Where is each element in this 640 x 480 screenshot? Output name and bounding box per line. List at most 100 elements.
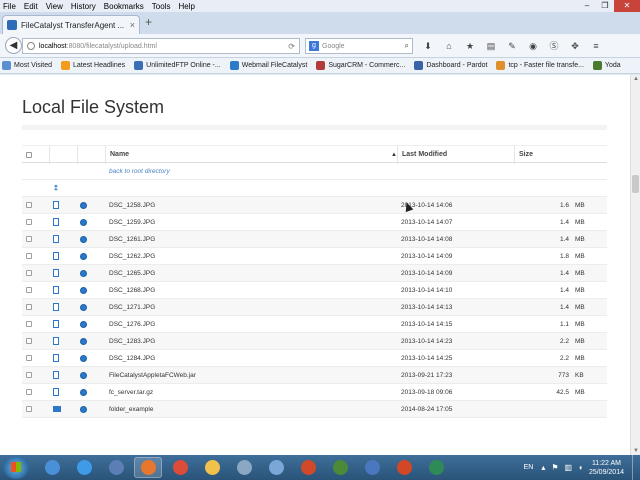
file-options-gear-icon[interactable] [80, 372, 87, 379]
back-button[interactable]: ◀ [5, 37, 22, 54]
file-row[interactable]: DSC_1262.JPG 2013-10-14 14:09 1.8 MB [22, 248, 607, 265]
bookmark-item[interactable]: tcp - Faster file transfe... [496, 61, 584, 70]
file-row[interactable]: DSC_1258.JPG 2013-10-14 14:06 1.6 MB [22, 197, 607, 214]
firefox-taskbar-button[interactable] [134, 457, 162, 478]
file-row[interactable]: DSC_1276.JPG 2013-10-14 14:15 1.1 MB [22, 316, 607, 333]
menu-help[interactable]: Help [178, 2, 194, 11]
close-window-button[interactable]: ✕ [614, 0, 640, 12]
file-options-gear-icon[interactable] [80, 355, 87, 362]
tab-close-icon[interactable]: × [130, 20, 135, 30]
settings-gear-taskbar-button[interactable] [358, 457, 386, 478]
row-checkbox[interactable] [26, 270, 32, 276]
show-desktop-button[interactable] [632, 455, 638, 480]
header-size[interactable]: Size [514, 146, 607, 164]
menu-bookmarks[interactable]: Bookmarks [104, 2, 144, 11]
download-icon[interactable]: ⬇ [420, 39, 436, 53]
minimize-button[interactable]: – [578, 0, 596, 12]
virtualbox-taskbar-button[interactable] [262, 457, 290, 478]
pen-tool-icon[interactable]: ✎ [504, 39, 520, 53]
bookmark-item[interactable]: Most Visited [2, 61, 52, 70]
scroll-thumb[interactable] [632, 175, 639, 193]
file-options-gear-icon[interactable] [80, 270, 87, 277]
scroll-up-icon[interactable]: ▲ [633, 76, 639, 82]
file-row[interactable]: DSC_1284.JPG 2013-10-14 14:25 2.2 MB [22, 350, 607, 367]
select-all-checkbox[interactable] [26, 152, 32, 158]
file-name[interactable]: DSC_1283.JPG [109, 333, 155, 350]
skype-icon[interactable]: Ⓢ [546, 39, 562, 53]
bookmark-item[interactable]: Dashboard - Pardot [414, 61, 487, 70]
thunderbird-taskbar-button[interactable] [102, 457, 130, 478]
row-checkbox[interactable] [26, 338, 32, 344]
new-tab-button[interactable]: + [145, 15, 152, 29]
file-name[interactable]: DSC_1259.JPG [109, 214, 155, 231]
network-icon[interactable]: ▥ [565, 463, 573, 472]
file-options-gear-icon[interactable] [80, 338, 87, 345]
network-app-taskbar-button[interactable] [38, 457, 66, 478]
file-options-gear-icon[interactable] [80, 406, 87, 413]
file-name[interactable]: DSC_1261.JPG [109, 231, 155, 248]
file-row[interactable]: DSC_1265.JPG 2013-10-14 14:09 1.4 MB [22, 265, 607, 282]
internet-explorer-taskbar-button[interactable] [70, 457, 98, 478]
powerpoint-taskbar-button[interactable] [390, 457, 418, 478]
clock[interactable]: 11:22 AM 25/09/2014 [589, 459, 624, 477]
bookmark-item[interactable]: Webmail FileCatalyst [229, 61, 307, 70]
bookmark-item[interactable]: SugarCRM - Commerc... [316, 61, 405, 70]
menu-icon[interactable]: ≡ [588, 39, 604, 53]
tab-filecatalyst[interactable]: FileCatalyst TransferAgent ... × [2, 15, 140, 34]
file-row[interactable]: DSC_1271.JPG 2013-10-14 14:13 1.4 MB [22, 299, 607, 316]
menu-edit[interactable]: Edit [24, 2, 38, 11]
file-options-gear-icon[interactable] [80, 219, 87, 226]
header-name[interactable]: Name [105, 146, 397, 164]
file-name[interactable]: folder_example [109, 401, 153, 418]
file-row[interactable]: DSC_1259.JPG 2013-10-14 14:07 1.4 MB [22, 214, 607, 231]
file-name[interactable]: DSC_1262.JPG [109, 248, 155, 265]
header-last-modified[interactable]: Last Modified [397, 146, 514, 164]
file-options-gear-icon[interactable] [80, 304, 87, 311]
file-name[interactable]: DSC_1265.JPG [109, 265, 155, 282]
extension-icon[interactable]: ✥ [567, 39, 583, 53]
row-checkbox[interactable] [26, 253, 32, 259]
file-name[interactable]: DSC_1276.JPG [109, 316, 155, 333]
bookmark-item[interactable]: Yoda [592, 61, 621, 70]
url-bar[interactable]: localhost:8080/filecatalyst/upload.html … [22, 38, 300, 54]
page-scrollbar[interactable]: ▲ ▼ [630, 75, 640, 455]
start-button[interactable] [3, 456, 29, 479]
file-row[interactable]: folder_example 2014-08-24 17:05 [22, 401, 607, 418]
file-row[interactable]: DSC_1268.JPG 2013-10-14 14:10 1.4 MB [22, 282, 607, 299]
row-checkbox[interactable] [26, 389, 32, 395]
row-checkbox[interactable] [26, 219, 32, 225]
spreadsheet-taskbar-button[interactable] [422, 457, 450, 478]
home-icon[interactable]: ⌂ [441, 39, 457, 53]
file-row[interactable]: fc_server.tar.gz 2013-09-18 09:06 42.5 MB [22, 384, 607, 401]
row-checkbox[interactable] [26, 287, 32, 293]
file-options-gear-icon[interactable] [80, 236, 87, 243]
tray-arrow-icon[interactable]: ▴ [541, 463, 545, 472]
bookmarks-list-icon[interactable]: ▤ [483, 39, 499, 53]
bookmark-star-icon[interactable]: ★ [462, 39, 478, 53]
file-options-gear-icon[interactable] [80, 253, 87, 260]
search-icon[interactable]: ⌕ [405, 41, 409, 51]
row-checkbox[interactable] [26, 355, 32, 361]
file-name[interactable]: DSC_1268.JPG [109, 282, 155, 299]
java-taskbar-button[interactable] [294, 457, 322, 478]
file-row[interactable]: FileCatalystAppletaFCWeb.jar 2013-09-21 1… [22, 367, 607, 384]
terminal-taskbar-button[interactable] [326, 457, 354, 478]
row-checkbox[interactable] [26, 236, 32, 242]
addon-icon[interactable]: ◉ [525, 39, 541, 53]
file-row[interactable]: DSC_1261.JPG 2013-10-14 14:08 1.4 MB [22, 231, 607, 248]
file-explorer-taskbar-button[interactable] [198, 457, 226, 478]
row-checkbox[interactable] [26, 304, 32, 310]
bookmark-item[interactable]: Latest Headlines [61, 61, 125, 70]
file-name[interactable]: DSC_1258.JPG [109, 197, 155, 214]
menu-history[interactable]: History [71, 2, 96, 11]
back-to-root-link[interactable]: back to root directory [109, 163, 170, 180]
file-options-gear-icon[interactable] [80, 321, 87, 328]
file-name[interactable]: DSC_1284.JPG [109, 350, 155, 367]
file-name[interactable]: DSC_1271.JPG [109, 299, 155, 316]
chrome-taskbar-button[interactable] [166, 457, 194, 478]
file-options-gear-icon[interactable] [80, 389, 87, 396]
file-row[interactable]: DSC_1283.JPG 2013-10-14 14:23 2.2 MB [22, 333, 607, 350]
menu-view[interactable]: View [46, 2, 63, 11]
file-options-gear-icon[interactable] [80, 202, 87, 209]
google-search-engine-icon[interactable]: g [309, 41, 319, 51]
